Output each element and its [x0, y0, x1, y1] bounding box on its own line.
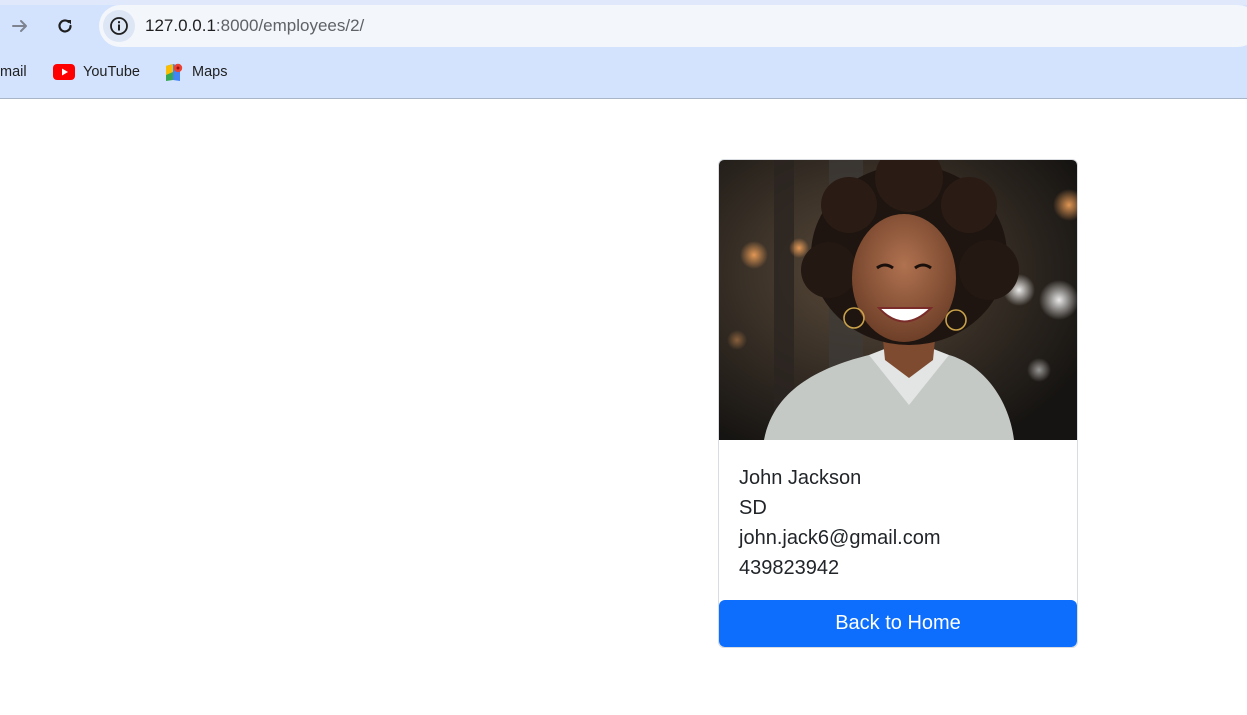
back-to-home-button[interactable]: Back to Home — [719, 600, 1077, 647]
url-text[interactable]: 127.0.0.1:8000/employees/2/ — [145, 16, 364, 36]
bookmark-youtube[interactable]: YouTube — [53, 60, 140, 84]
info-icon — [110, 17, 128, 35]
address-bar[interactable]: 127.0.0.1:8000/employees/2/ — [99, 5, 1247, 47]
employee-details: John Jackson SD john.jack6@gmail.com 439… — [739, 463, 941, 583]
employee-name: John Jackson — [739, 467, 862, 489]
site-info-button[interactable] — [103, 10, 135, 42]
employee-card: John Jackson SD john.jack6@gmail.com 439… — [718, 159, 1078, 648]
employee-photo — [719, 160, 1077, 440]
bookmark-label: mail — [0, 64, 27, 80]
reload-button[interactable] — [48, 9, 82, 43]
bookmark-gmail[interactable]: mail — [0, 60, 27, 84]
url-host: 127.0.0.1 — [145, 16, 216, 35]
employee-role: SD — [739, 497, 767, 519]
bookmark-label: YouTube — [83, 64, 140, 80]
maps-icon — [165, 63, 184, 82]
bookmark-label: Maps — [192, 64, 228, 80]
browser-toolbar: 127.0.0.1:8000/employees/2/ mail YouTube… — [0, 0, 1247, 99]
employee-email: john.jack6@gmail.com — [739, 527, 941, 549]
arrow-right-icon — [12, 20, 27, 32]
reload-icon — [58, 19, 72, 33]
forward-button[interactable] — [3, 9, 37, 43]
bookmark-maps[interactable]: Maps — [165, 60, 227, 84]
employee-phone: 439823942 — [739, 557, 840, 579]
url-path: :8000/employees/2/ — [215, 16, 365, 35]
youtube-icon — [53, 64, 75, 80]
